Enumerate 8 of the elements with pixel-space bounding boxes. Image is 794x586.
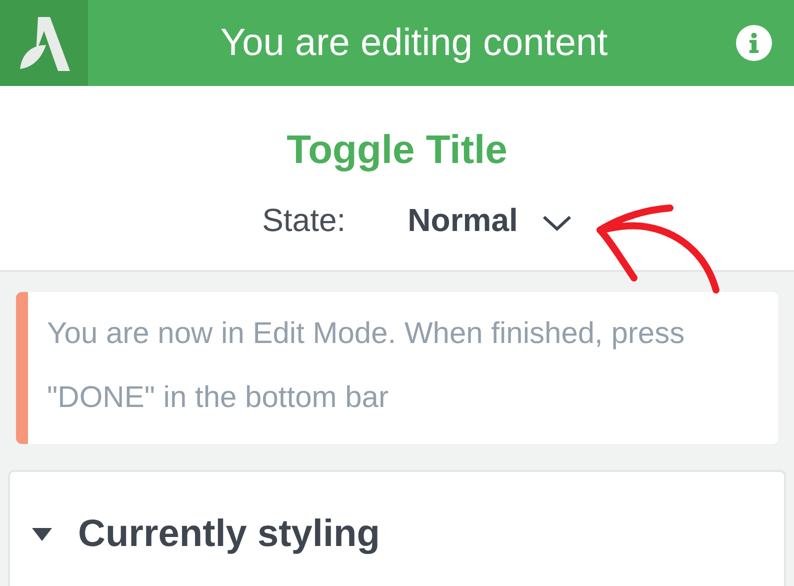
panel-title: Toggle Title <box>286 127 508 174</box>
section-toggle[interactable]: Currently styling <box>32 506 380 563</box>
chevron-down-icon <box>542 214 572 232</box>
header-title: You are editing content <box>219 20 609 66</box>
info-icon[interactable] <box>736 25 772 61</box>
notice-text: You are now in Edit Mode. When finished, press "DONE" in the bottom bar <box>47 316 686 416</box>
state-label: State: <box>262 201 346 240</box>
state-dropdown[interactable]: Normal <box>408 196 572 244</box>
